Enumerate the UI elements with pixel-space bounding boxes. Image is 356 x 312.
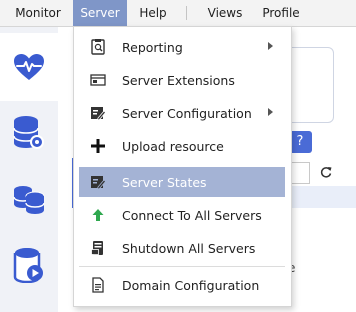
menu-item-server-extensions[interactable]: Server Extensions	[79, 65, 285, 95]
submenu-arrow-icon	[268, 42, 273, 50]
sidebar-item-backup[interactable]	[0, 231, 58, 299]
reporting-icon	[91, 39, 105, 55]
menu-separator	[79, 266, 285, 267]
connect-arrow-icon	[92, 209, 104, 221]
menu-item-domain-configuration[interactable]: Domain Configuration	[79, 270, 285, 300]
menu-item-connect-all[interactable]: Connect To All Servers	[79, 200, 285, 230]
menubar: Monitor Server Help Views Profile	[0, 0, 356, 27]
menu-monitor[interactable]: Monitor	[6, 0, 70, 26]
menu-help[interactable]: Help	[131, 0, 175, 26]
menu-item-shutdown-all[interactable]: Shutdown All Servers	[79, 233, 285, 263]
menu-item-upload-resource[interactable]: Upload resource	[79, 131, 285, 161]
menu-views[interactable]: Views	[199, 0, 251, 26]
sidebar	[0, 27, 58, 312]
server-menu-dropdown: Reporting Server Extensions Server Confi…	[73, 26, 292, 307]
menu-profile[interactable]: Profile	[255, 0, 307, 26]
refresh-icon[interactable]	[318, 162, 334, 182]
domain-icon	[92, 277, 104, 293]
extensions-icon	[90, 74, 106, 86]
menu-item-server-states[interactable]: Server States	[79, 167, 285, 197]
database-gear-icon	[13, 116, 44, 149]
sidebar-item-replication[interactable]	[0, 165, 58, 233]
menu-item-label: Server States	[122, 174, 207, 190]
menu-item-label: Reporting	[122, 39, 183, 55]
database-play-icon	[13, 248, 43, 283]
database-sync-icon	[13, 186, 45, 214]
heart-pulse-icon	[14, 54, 44, 80]
submenu-arrow-icon	[268, 108, 273, 116]
menu-item-label: Server Configuration	[122, 105, 252, 121]
menu-item-label: Shutdown All Servers	[122, 240, 256, 256]
menu-item-label: Upload resource	[122, 138, 224, 154]
sidebar-item-servers[interactable]	[0, 99, 58, 167]
configuration-icon	[91, 107, 106, 121]
menu-item-label: Connect To All Servers	[122, 207, 262, 223]
plus-icon	[91, 139, 105, 153]
menu-item-reporting[interactable]: Reporting	[79, 32, 285, 62]
menu-item-server-configuration[interactable]: Server Configuration	[79, 98, 285, 128]
states-icon	[91, 176, 106, 190]
menu-item-label: Server Extensions	[122, 72, 235, 88]
menu-item-label: Domain Configuration	[122, 277, 260, 293]
shutdown-icon	[91, 241, 103, 255]
menu-server[interactable]: Server	[73, 0, 127, 26]
menubar-separator	[186, 6, 187, 20]
sidebar-item-monitor[interactable]	[0, 33, 58, 101]
